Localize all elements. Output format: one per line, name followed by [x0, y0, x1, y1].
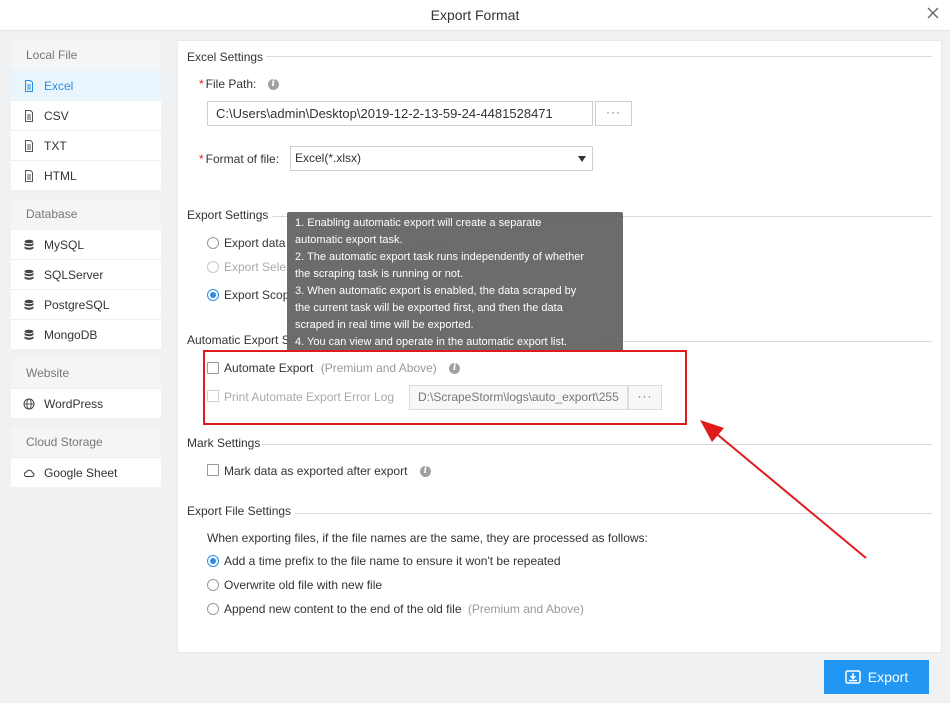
sidebar-item-label: Google Sheet [44, 465, 118, 480]
sidebar-group-heading: Cloud Storage [11, 427, 161, 457]
database-icon [24, 329, 34, 340]
sidebar-item-csv[interactable]: CSV [11, 100, 161, 130]
database-icon [24, 269, 34, 280]
cloud-icon [23, 469, 35, 477]
sidebar-item-label: SQLServer [44, 267, 104, 282]
export-button[interactable]: Export [824, 660, 929, 694]
tooltip-line: 4. You can view and operate in the autom… [295, 336, 568, 348]
export-selected-label: Export Sele [224, 260, 287, 274]
sidebar-group-local-file: Local File Excel CSV TXT HTML [11, 40, 161, 190]
overwrite-label: Overwrite old file with new file [224, 578, 383, 592]
tooltip-line: the current task will be exported first,… [295, 302, 563, 314]
annotation-arrow-icon [700, 420, 867, 559]
mark-exported-checkbox[interactable] [207, 464, 219, 476]
download-icon [845, 670, 861, 684]
section-divider [600, 341, 932, 342]
file-icon [25, 79, 33, 92]
info-icon[interactable]: i [419, 466, 431, 478]
format-select[interactable]: Excel(*.xlsx) [290, 146, 593, 171]
dialog-title: Export Format [430, 7, 520, 23]
database-icon [24, 239, 34, 250]
highlight-box [203, 350, 687, 425]
sidebar-item-postgresql[interactable]: PostgreSQL [11, 289, 161, 319]
tooltip-line: automatic export task. [295, 234, 403, 246]
database-icon [24, 299, 34, 310]
tooltip-line: 1. Enabling automatic export will create… [295, 217, 542, 229]
globe-icon [23, 398, 35, 409]
format-select-value: Excel(*.xlsx) [295, 151, 362, 165]
mark-settings-title: Mark Settings [187, 436, 263, 450]
sidebar-group-database: Database MySQL SQLServer PostgreSQL Mong… [11, 199, 161, 349]
info-icon[interactable]: i [267, 79, 279, 91]
file-icon [25, 139, 33, 152]
export-data-label: Export data [224, 236, 286, 250]
append-radio[interactable] [207, 603, 219, 615]
sidebar-item-mongodb[interactable]: MongoDB [11, 319, 161, 349]
sidebar-item-html[interactable]: HTML [11, 160, 161, 190]
tooltip-line: 2. The automatic export task runs indepe… [295, 251, 585, 263]
sidebar-item-label: MySQL [44, 237, 85, 252]
sidebar-group-cloud-storage: Cloud Storage Google Sheet [11, 427, 161, 487]
time-prefix-label: Add a time prefix to the file name to en… [224, 554, 561, 568]
sidebar-item-label: WordPress [44, 396, 104, 411]
automatic-export-tooltip: 1. Enabling automatic export will create… [287, 212, 623, 352]
export-scope-radio[interactable] [207, 289, 219, 301]
sidebar-item-sqlserver[interactable]: SQLServer [11, 259, 161, 289]
title-bar: Export Format [0, 0, 950, 31]
sidebar-item-txt[interactable]: TXT [11, 130, 161, 160]
format-label-text: Format of file: [205, 152, 280, 166]
time-prefix-radio[interactable] [207, 555, 219, 567]
sidebar-item-google-sheet[interactable]: Google Sheet [11, 457, 161, 487]
format-label: * Format of file: [199, 152, 280, 166]
export-scope-label: Export Scop [224, 288, 290, 302]
file-icon [25, 109, 33, 122]
automatic-export-title: Automatic Export S [187, 333, 292, 347]
mark-exported-label-text: Mark data as exported after export [224, 464, 408, 478]
file-path-label-text: File Path: [205, 77, 257, 91]
tooltip-line: 3. When automatic export is enabled, the… [295, 285, 577, 297]
tooltip-line: the scraping task is running or not. [295, 268, 464, 280]
file-settings-title: Export File Settings [187, 504, 294, 518]
sidebar-item-label: MongoDB [44, 327, 98, 342]
append-label: Append new content to the end of the old… [224, 602, 584, 616]
sidebar-item-label: PostgreSQL [44, 297, 110, 312]
caret-down-icon [578, 156, 586, 162]
tooltip-line: scraped in real time will be exported. [295, 319, 474, 331]
premium-note: (Premium and Above) [467, 602, 584, 616]
sidebar-item-wordpress[interactable]: WordPress [11, 388, 161, 418]
export-settings-title: Export Settings [187, 208, 271, 222]
file-path-label: * File Path: i [199, 77, 279, 91]
sidebar-item-label: Excel [44, 78, 74, 93]
export-button-label: Export [867, 669, 909, 685]
export-selected-radio[interactable] [207, 261, 219, 273]
sidebar-item-label: CSV [44, 108, 69, 123]
sidebar-item-excel[interactable]: Excel [11, 70, 161, 100]
format-sidebar: Local File Excel CSV TXT HTML Database M… [11, 40, 161, 496]
sidebar-item-mysql[interactable]: MySQL [11, 229, 161, 259]
excel-settings-title: Excel Settings [187, 50, 266, 64]
close-icon[interactable] [924, 4, 942, 22]
file-settings-description: When exporting files, if the file names … [207, 531, 648, 545]
file-path-input[interactable]: C:\Users\admin\Desktop\2019-12-2-13-59-2… [207, 101, 593, 126]
sidebar-group-heading: Local File [11, 40, 161, 70]
sidebar-item-label: HTML [44, 168, 77, 183]
append-label-text: Append new content to the end of the old… [224, 602, 462, 616]
sidebar-item-label: TXT [44, 138, 67, 153]
browse-file-button[interactable]: ··· [595, 101, 632, 126]
mark-exported-label: Mark data as exported after export i [224, 464, 431, 478]
sidebar-group-website: Website WordPress [11, 358, 161, 418]
file-icon [25, 169, 33, 182]
section-divider [266, 56, 932, 57]
sidebar-group-heading: Database [11, 199, 161, 229]
sidebar-group-heading: Website [11, 358, 161, 388]
export-data-radio[interactable] [207, 237, 219, 249]
overwrite-radio[interactable] [207, 579, 219, 591]
